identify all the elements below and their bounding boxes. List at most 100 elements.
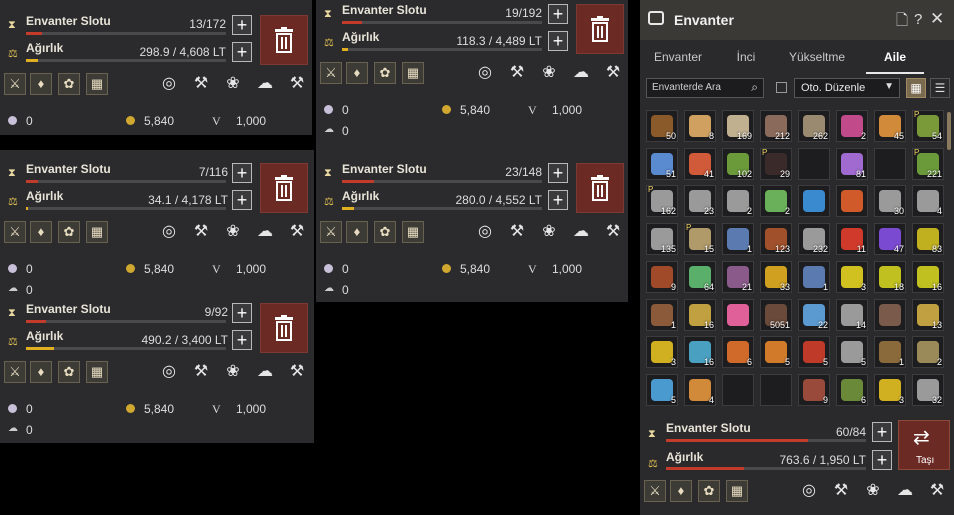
inventory-item-slot[interactable]: 47: [874, 223, 906, 256]
inventory-item-slot[interactable]: 8: [684, 110, 716, 142]
alchemy-icon[interactable]: ✿: [58, 361, 80, 383]
inventory-item-slot[interactable]: 30: [874, 185, 906, 218]
hand-icon[interactable]: ☁: [254, 221, 276, 243]
hand-icon[interactable]: ☁: [570, 62, 592, 84]
add-slot-button[interactable]: +: [872, 422, 892, 442]
axe-icon[interactable]: ⚒: [830, 480, 852, 502]
add-weight-button[interactable]: +: [232, 190, 252, 210]
inventory-item-slot[interactable]: 5: [836, 336, 868, 369]
delete-button[interactable]: [260, 163, 308, 213]
add-weight-button[interactable]: +: [548, 31, 568, 51]
add-weight-button[interactable]: +: [548, 190, 568, 210]
empty-slot[interactable]: [760, 373, 792, 406]
inventory-item-slot[interactable]: 1: [874, 336, 906, 369]
grid-icon[interactable]: ▦: [402, 62, 424, 84]
hammer-icon[interactable]: ⚒: [286, 361, 308, 383]
lantern-icon[interactable]: ◎: [158, 221, 180, 243]
gem-icon[interactable]: ♦: [30, 221, 52, 243]
add-weight-button[interactable]: +: [232, 330, 252, 350]
inventory-item-slot[interactable]: 5: [798, 336, 830, 369]
lantern-icon[interactable]: ◎: [474, 62, 496, 84]
tab-yukseltme[interactable]: Yükseltme: [780, 42, 854, 72]
inventory-item-slot[interactable]: 64: [684, 260, 716, 293]
hand-icon[interactable]: ☁: [570, 221, 592, 243]
inventory-item-slot[interactable]: 6: [722, 336, 754, 369]
alchemy-icon[interactable]: ✿: [58, 73, 80, 95]
hand-icon[interactable]: ☁: [254, 73, 276, 95]
inventory-item-slot[interactable]: 18: [874, 260, 906, 293]
inventory-item-slot[interactable]: [798, 185, 830, 218]
inventory-item-slot[interactable]: 45: [874, 110, 906, 142]
search-input[interactable]: Envanterde Ara: [652, 82, 721, 93]
inventory-item-slot[interactable]: [722, 298, 754, 331]
close-icon[interactable]: ✕: [930, 9, 944, 29]
hammer-icon[interactable]: ⚒: [286, 73, 308, 95]
hand-icon[interactable]: ☁: [894, 480, 916, 502]
axe-icon[interactable]: ⚒: [506, 221, 528, 243]
inventory-item-slot[interactable]: 5: [646, 373, 678, 406]
inventory-item-slot[interactable]: 23: [684, 185, 716, 218]
inventory-item-slot[interactable]: P 29: [760, 147, 792, 180]
inventory-item-slot[interactable]: 232: [798, 223, 830, 256]
add-weight-button[interactable]: +: [232, 42, 252, 62]
inventory-item-slot[interactable]: 3: [836, 260, 868, 293]
grid-view-icon[interactable]: ▦: [906, 78, 926, 98]
inventory-item-slot[interactable]: 51: [646, 147, 678, 180]
grid-icon[interactable]: ▦: [86, 361, 108, 383]
inventory-item-slot[interactable]: 1: [722, 223, 754, 256]
swirl-icon[interactable]: ❀: [222, 221, 244, 243]
axe-icon[interactable]: ⚒: [190, 221, 212, 243]
inventory-item-slot[interactable]: 16: [912, 260, 944, 293]
hammer-icon[interactable]: ⚒: [602, 62, 624, 84]
add-weight-button[interactable]: +: [872, 450, 892, 470]
inventory-item-slot[interactable]: 50: [646, 110, 678, 142]
move-button[interactable]: ⇄ Taşı: [898, 420, 950, 470]
sword-icon[interactable]: ⚔: [4, 221, 26, 243]
inventory-item-slot[interactable]: 21: [722, 260, 754, 293]
grid-icon[interactable]: ▦: [402, 221, 424, 243]
inventory-item-slot[interactable]: P 162: [646, 185, 678, 218]
gem-icon[interactable]: ♦: [30, 73, 52, 95]
hammer-icon[interactable]: ⚒: [926, 480, 948, 502]
delete-button[interactable]: [260, 15, 308, 65]
auto-sort-checkbox[interactable]: [776, 82, 787, 93]
empty-slot[interactable]: [874, 147, 906, 180]
tab-envanter[interactable]: Envanter: [644, 42, 712, 72]
tab-aile[interactable]: Aile: [866, 42, 924, 74]
hammer-icon[interactable]: ⚒: [602, 221, 624, 243]
document-icon[interactable]: 🗋: [896, 10, 908, 35]
inventory-item-slot[interactable]: 41: [684, 147, 716, 180]
grid-icon[interactable]: ▦: [726, 480, 748, 502]
lantern-icon[interactable]: ◎: [158, 361, 180, 383]
inventory-item-slot[interactable]: 9: [798, 373, 830, 406]
inventory-item-slot[interactable]: 135: [646, 223, 678, 256]
swirl-icon[interactable]: ❀: [862, 480, 884, 502]
gem-icon[interactable]: ♦: [30, 361, 52, 383]
delete-button[interactable]: [260, 303, 308, 353]
sword-icon[interactable]: ⚔: [644, 480, 666, 502]
grid-icon[interactable]: ▦: [86, 221, 108, 243]
inventory-item-slot[interactable]: 123: [760, 223, 792, 256]
add-slot-button[interactable]: +: [548, 163, 568, 183]
inventory-item-slot[interactable]: 3: [874, 373, 906, 406]
empty-slot[interactable]: [798, 147, 830, 180]
inventory-item-slot[interactable]: 1: [646, 298, 678, 331]
inventory-item-slot[interactable]: 5051: [760, 298, 792, 331]
inventory-item-slot[interactable]: 16: [684, 336, 716, 369]
hand-icon[interactable]: ☁: [254, 361, 276, 383]
swirl-icon[interactable]: ❀: [222, 73, 244, 95]
tab-inci[interactable]: İnci: [716, 42, 776, 72]
inventory-item-slot[interactable]: 6: [836, 373, 868, 406]
title-bar[interactable]: Envanter 🗋 ? ✕: [640, 0, 954, 40]
search-icon[interactable]: ⌕: [751, 80, 758, 95]
lantern-icon[interactable]: ◎: [474, 221, 496, 243]
sword-icon[interactable]: ⚔: [320, 221, 342, 243]
inventory-item-slot[interactable]: P 15: [684, 223, 716, 256]
swirl-icon[interactable]: ❀: [538, 221, 560, 243]
inventory-item-slot[interactable]: 81: [836, 147, 868, 180]
add-slot-button[interactable]: +: [232, 303, 252, 323]
inventory-item-slot[interactable]: 32: [912, 373, 944, 406]
scrollbar[interactable]: [947, 112, 951, 150]
gem-icon[interactable]: ♦: [670, 480, 692, 502]
inventory-item-slot[interactable]: 11: [836, 223, 868, 256]
